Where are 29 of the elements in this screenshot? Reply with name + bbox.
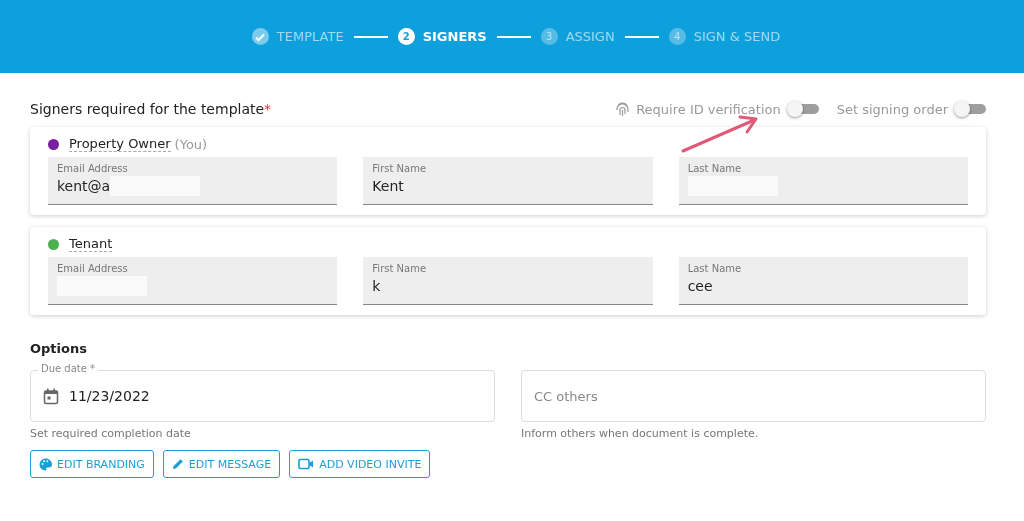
input-field[interactable]: First Name k <box>363 257 653 305</box>
section-title: Options <box>30 341 88 356</box>
input-field[interactable]: Last Name cee <box>678 257 968 305</box>
step-number: 2 <box>397 28 415 45</box>
outline-button[interactable]: ADD VIDEO INVITE <box>289 450 431 478</box>
outline-button[interactable]: EDIT MESSAGE <box>162 450 281 478</box>
pencil-icon <box>171 458 184 470</box>
field-label: Due date * <box>38 363 99 374</box>
cc-field[interactable]: CC others <box>521 370 986 422</box>
toggle-switch[interactable] <box>790 104 819 114</box>
input-field[interactable]: Email Address <box>48 257 338 305</box>
role-name[interactable]: Tenant <box>69 236 113 252</box>
input-field[interactable]: First Name Kent <box>363 157 653 205</box>
input-field[interactable]: Last Name <box>678 157 968 205</box>
step[interactable]: 2 SIGNERS <box>397 28 487 45</box>
video-camera-icon <box>298 458 315 470</box>
outline-button[interactable]: EDIT BRANDING <box>30 450 154 478</box>
role-suffix: (You) <box>174 136 208 152</box>
input-field[interactable]: Email Address kent@a <box>48 157 338 205</box>
helper-text: Set required completion date <box>30 427 192 440</box>
helper-text: Inform others when document is complete. <box>521 427 760 440</box>
role-name[interactable]: Property Owner <box>69 136 171 152</box>
step-number: 4 <box>668 28 686 45</box>
step-number: 3 <box>540 28 558 45</box>
toggle-label: Require ID verification <box>636 101 781 117</box>
calendar-icon <box>43 387 59 405</box>
toggle-label: Set signing order <box>836 101 948 117</box>
palette-icon <box>39 457 52 471</box>
section-title: Signers required for the template* <box>30 101 272 117</box>
